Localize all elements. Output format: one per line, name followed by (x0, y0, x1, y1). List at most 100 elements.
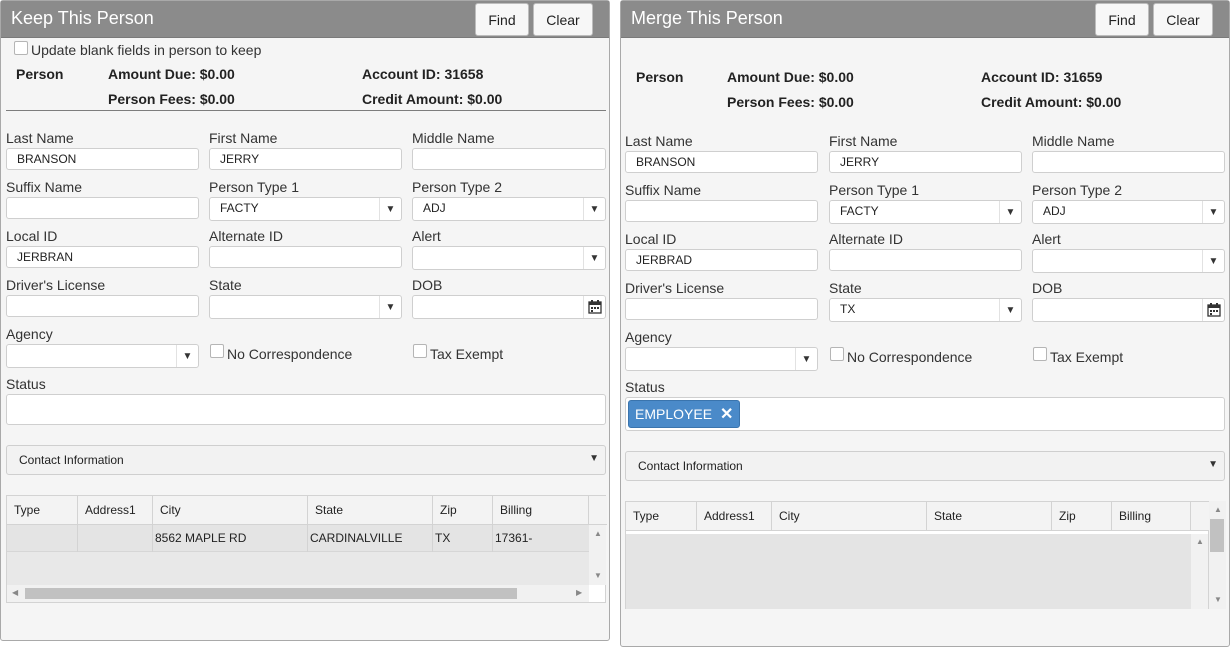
keep-grid-vscrollbar[interactable]: ▲ ▼ (589, 525, 606, 585)
merge-dob-input[interactable] (1032, 298, 1225, 322)
dropdown-icon[interactable]: ▼ (999, 299, 1021, 321)
keep-col-state[interactable]: State (308, 496, 433, 525)
scroll-up-icon[interactable]: ▲ (594, 529, 602, 538)
merge-amount-due: Amount Due: $0.00 (727, 69, 854, 85)
scroll-up-icon[interactable]: ▲ (1196, 537, 1204, 546)
dropdown-icon[interactable]: ▼ (583, 198, 605, 220)
scroll-left-icon[interactable]: ◀ (12, 588, 18, 597)
merge-no-correspondence-checkbox[interactable] (830, 347, 844, 361)
keep-agency-label: Agency (6, 326, 53, 342)
keep-state-select[interactable]: ▼ (209, 295, 402, 319)
merge-alt-id-input[interactable] (829, 249, 1022, 271)
merge-clear-button[interactable]: Clear (1153, 3, 1213, 36)
chevron-down-icon: ▼ (589, 453, 599, 464)
merge-find-button[interactable]: Find (1095, 3, 1149, 36)
merge-grid-header: Type Address1 City State Zip Billing (626, 502, 1210, 531)
merge-local-id-value: JERBRAD (636, 253, 693, 267)
merge-status-input[interactable]: EMPLOYEE ✕ (625, 397, 1225, 431)
keep-alert-select[interactable]: ▼ (412, 246, 606, 270)
merge-no-correspondence-label: No Correspondence (847, 349, 973, 365)
hscroll-thumb[interactable] (25, 588, 517, 599)
merge-suffix-input[interactable] (625, 200, 818, 222)
merge-col-type[interactable]: Type (626, 502, 697, 531)
dropdown-icon[interactable]: ▼ (583, 247, 605, 269)
merge-col-zip[interactable]: Zip (1052, 502, 1112, 531)
merge-first-name-value: JERRY (840, 155, 880, 169)
merge-dob-label: DOB (1032, 280, 1063, 296)
merge-tax-exempt-checkbox[interactable] (1033, 347, 1047, 361)
merge-type2-value: ADJ (1043, 204, 1066, 218)
keep-col-city[interactable]: City (153, 496, 308, 525)
keep-local-id-input[interactable]: JERBRAN (6, 246, 199, 268)
scroll-right-icon[interactable]: ▶ (576, 588, 582, 597)
keep-dob-input[interactable] (412, 295, 606, 319)
dropdown-icon[interactable]: ▼ (999, 201, 1021, 223)
calendar-icon[interactable] (1202, 299, 1224, 321)
keep-middle-name-input[interactable] (412, 148, 606, 170)
keep-agency-select[interactable]: ▼ (6, 344, 199, 368)
merge-col-address1[interactable]: Address1 (697, 502, 772, 531)
chevron-down-icon: ▼ (1208, 459, 1218, 470)
merge-agency-label: Agency (625, 329, 672, 345)
keep-first-name-input[interactable]: JERRY (209, 148, 402, 170)
keep-contact-info-toggle[interactable]: Contact Information ▼ (6, 445, 606, 475)
merge-type2-select[interactable]: ADJ ▼ (1032, 200, 1225, 224)
merge-local-id-input[interactable]: JERBRAD (625, 249, 818, 271)
keep-find-button[interactable]: Find (475, 3, 529, 36)
dropdown-icon[interactable]: ▼ (379, 198, 401, 220)
merge-col-billing[interactable]: Billing (1112, 502, 1191, 531)
merge-grid-inner-vscrollbar[interactable]: ▲ (1191, 534, 1208, 609)
keep-cell-billing: 17361- (495, 531, 533, 545)
merge-type1-select[interactable]: FACTY ▼ (829, 200, 1022, 224)
merge-status-label: Status (625, 379, 665, 395)
update-blank-checkbox[interactable] (14, 41, 28, 55)
keep-col-address1[interactable]: Address1 (78, 496, 153, 525)
scroll-down-icon[interactable]: ▼ (594, 571, 602, 580)
merge-agency-select[interactable]: ▼ (625, 347, 818, 371)
keep-col-zip[interactable]: Zip (433, 496, 493, 525)
dropdown-icon[interactable]: ▼ (176, 345, 198, 367)
merge-alert-select[interactable]: ▼ (1032, 249, 1225, 273)
keep-first-name-label: First Name (209, 130, 278, 146)
keep-col-billing[interactable]: Billing (493, 496, 589, 525)
keep-alt-id-label: Alternate ID (209, 228, 283, 244)
merge-state-select[interactable]: TX ▼ (829, 298, 1022, 322)
keep-grid-hscrollbar[interactable]: ◀ ▶ (7, 585, 589, 602)
merge-dl-input[interactable] (625, 298, 818, 320)
merge-contact-info-toggle[interactable]: Contact Information ▼ (625, 451, 1225, 481)
keep-cell-type (7, 525, 78, 552)
dropdown-icon[interactable]: ▼ (795, 348, 817, 370)
keep-local-id-value: JERBRAN (17, 250, 74, 264)
merge-col-city[interactable]: City (772, 502, 927, 531)
dropdown-icon[interactable]: ▼ (1202, 250, 1224, 272)
dropdown-icon[interactable]: ▼ (379, 296, 401, 318)
keep-tax-exempt-checkbox[interactable] (413, 344, 427, 358)
merge-last-name-input[interactable]: BRANSON (625, 151, 818, 173)
scroll-down-icon[interactable]: ▼ (1214, 595, 1222, 604)
table-row[interactable]: 8562 MAPLE RD CARDINALVILLE TX 17361- (7, 525, 589, 552)
merge-panel-vscrollbar[interactable]: ▲ ▼ (1209, 501, 1226, 609)
keep-contact-grid: Type Address1 City State Zip Billing 856… (6, 495, 607, 603)
keep-type1-select[interactable]: FACTY ▼ (209, 197, 402, 221)
merge-col-state[interactable]: State (927, 502, 1052, 531)
vscroll-thumb[interactable] (1210, 519, 1224, 552)
keep-no-correspondence-checkbox[interactable] (210, 344, 224, 358)
keep-type2-label: Person Type 2 (412, 179, 503, 195)
keep-no-correspondence-label: No Correspondence (227, 346, 353, 362)
keep-status-input[interactable] (6, 394, 606, 425)
keep-type2-select[interactable]: ADJ ▼ (412, 197, 606, 221)
calendar-icon[interactable] (583, 296, 605, 318)
keep-cell-state: CARDINALVILLE (308, 525, 433, 552)
scroll-up-icon[interactable]: ▲ (1214, 505, 1222, 514)
remove-tag-icon[interactable]: ✕ (720, 404, 733, 424)
keep-suffix-input[interactable] (6, 197, 199, 219)
merge-middle-name-input[interactable] (1032, 151, 1225, 173)
merge-local-id-label: Local ID (625, 231, 677, 247)
merge-first-name-input[interactable]: JERRY (829, 151, 1022, 173)
keep-alt-id-input[interactable] (209, 246, 402, 268)
dropdown-icon[interactable]: ▼ (1202, 201, 1224, 223)
keep-col-type[interactable]: Type (7, 496, 78, 525)
keep-last-name-input[interactable]: BRANSON (6, 148, 199, 170)
keep-clear-button[interactable]: Clear (533, 3, 593, 36)
keep-dl-input[interactable] (6, 295, 199, 317)
